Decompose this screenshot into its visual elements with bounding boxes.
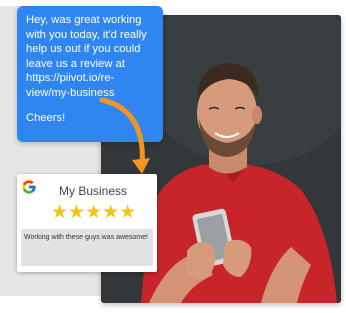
review-text-box: Working with these guys was awesome! xyxy=(21,229,153,266)
business-name: My Business xyxy=(59,184,128,198)
review-text: Working with these guys was awesome! xyxy=(24,234,148,241)
curved-arrow-icon xyxy=(99,97,150,174)
google-g-icon xyxy=(22,180,36,194)
star-rating: ★★★★★ xyxy=(51,201,137,223)
review-card: My Business ★★★★★ Working with these guy… xyxy=(17,174,157,272)
message-text: Hey, was great working with you today, i… xyxy=(26,14,147,99)
